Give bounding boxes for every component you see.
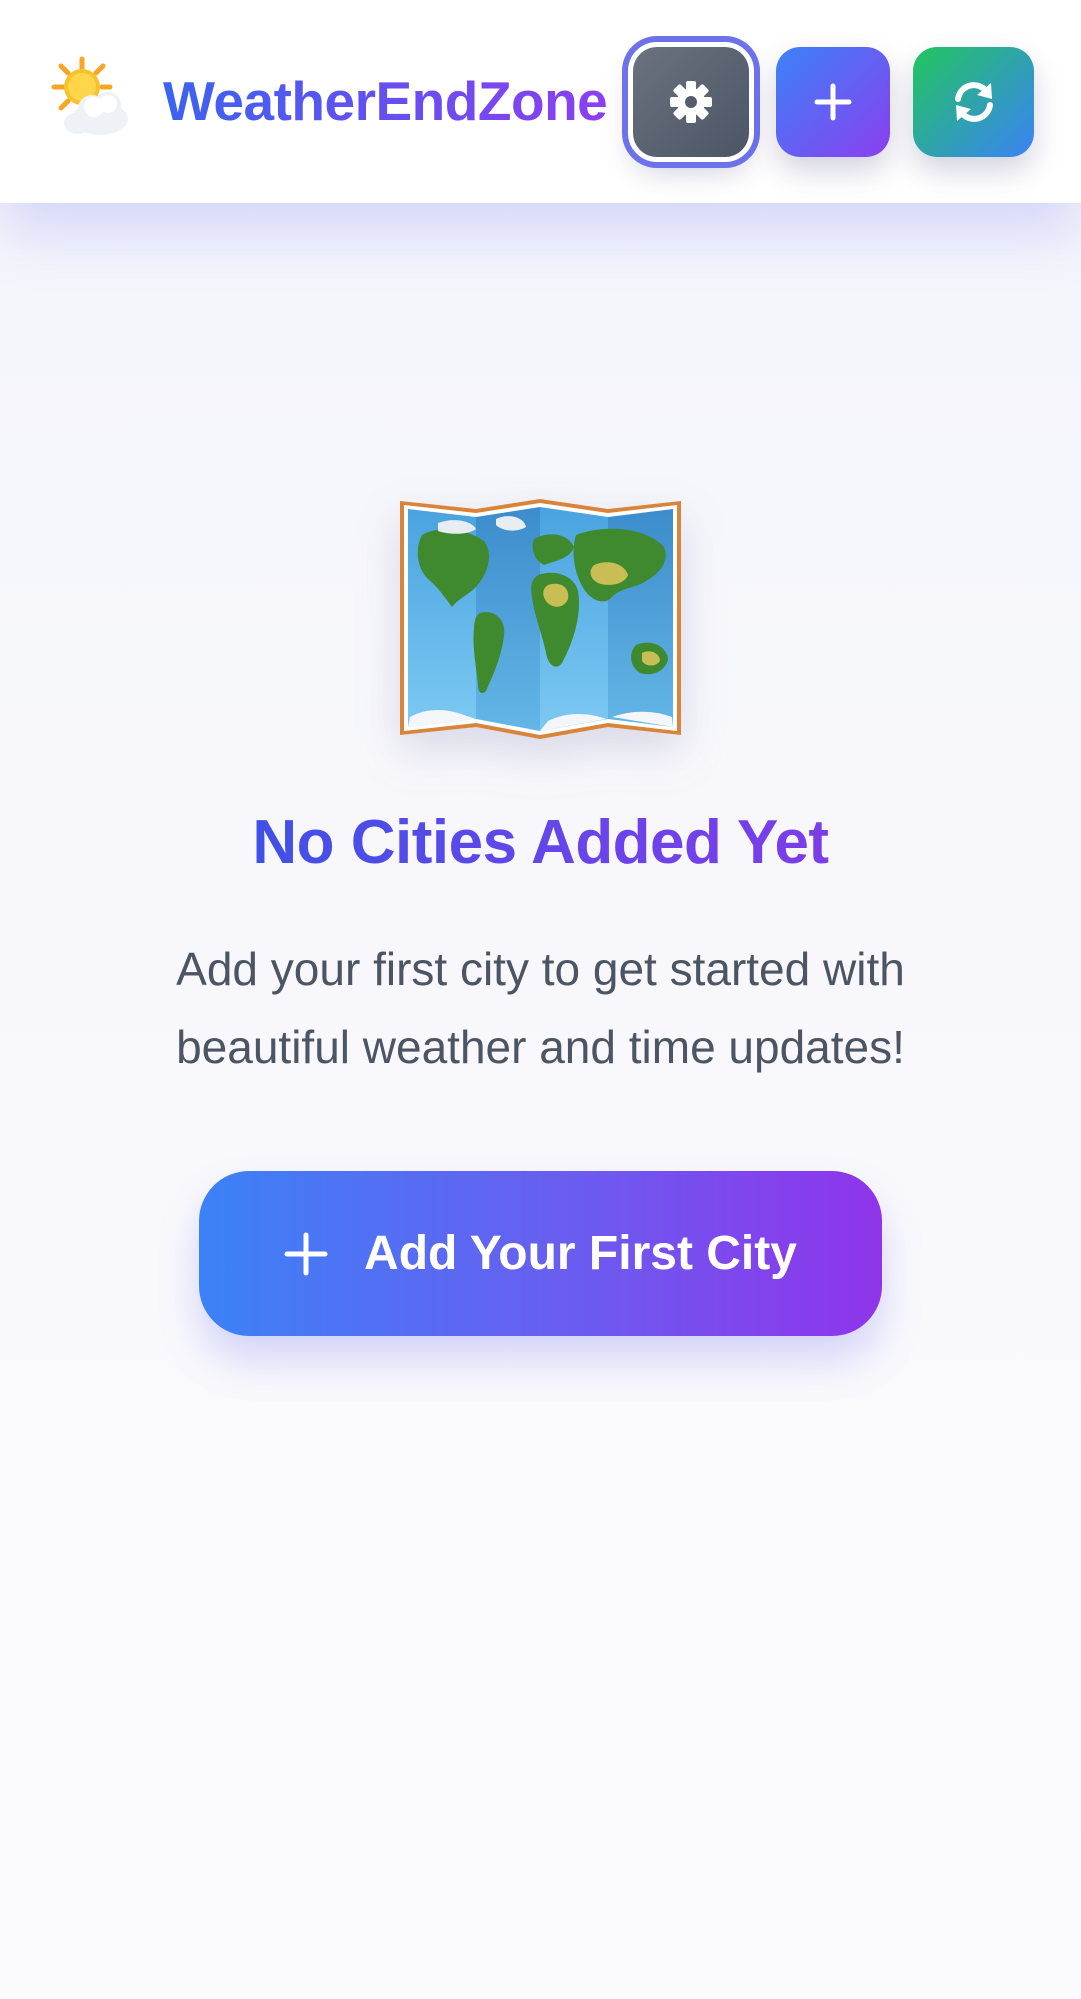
empty-state-title-text: No Cities Added Yet xyxy=(252,808,829,877)
plus-icon xyxy=(284,1232,328,1275)
empty-state-title: No Cities Added Yet xyxy=(0,803,1081,883)
settings-button[interactable] xyxy=(628,42,754,162)
app-header: WeatherEndZone xyxy=(0,0,1081,203)
add-first-city-label: Add Your First City xyxy=(364,1226,797,1280)
sun-behind-cloud-icon xyxy=(51,56,128,135)
empty-state-description: Add your first city to get started with … xyxy=(176,943,905,1073)
gear-icon xyxy=(670,81,712,123)
plus-icon xyxy=(814,83,852,121)
app-title: WeatherEndZone xyxy=(163,70,608,132)
add-first-city-button[interactable]: Add Your First City xyxy=(199,1171,882,1336)
refresh-icon xyxy=(954,82,993,122)
refresh-button[interactable] xyxy=(913,47,1034,157)
add-city-button[interactable] xyxy=(776,47,890,157)
world-map-icon xyxy=(400,499,681,739)
